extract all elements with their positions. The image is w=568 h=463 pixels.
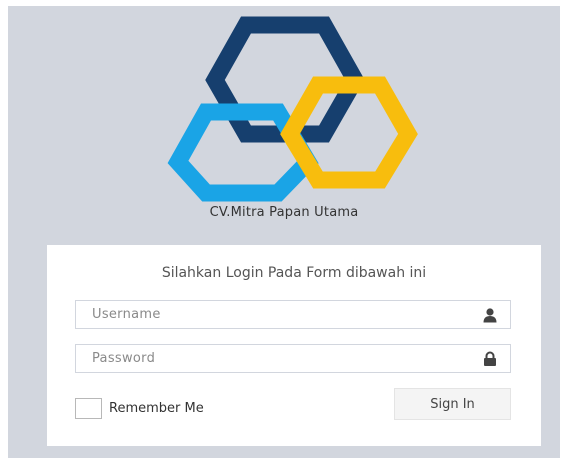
- user-icon: [483, 308, 497, 323]
- password-input[interactable]: [76, 345, 472, 372]
- remember-me-checkbox[interactable]: [75, 398, 102, 419]
- login-box: Silahkan Login Pada Form dibawah ini Rem…: [47, 245, 541, 446]
- login-page: CV.Mitra Papan Utama Silahkan Login Pada…: [8, 6, 560, 458]
- lock-icon: [484, 351, 496, 366]
- username-input[interactable]: [76, 301, 472, 328]
- password-field-wrapper: [75, 344, 511, 373]
- brand-logo: [167, 16, 418, 202]
- brand-name: CV.Mitra Papan Utama: [209, 205, 359, 220]
- login-message: Silahkan Login Pada Form dibawah ini: [161, 265, 427, 281]
- username-field-wrapper: [75, 300, 511, 329]
- remember-me-label: Remember Me: [109, 401, 204, 416]
- sign-in-button[interactable]: Sign In: [394, 388, 511, 420]
